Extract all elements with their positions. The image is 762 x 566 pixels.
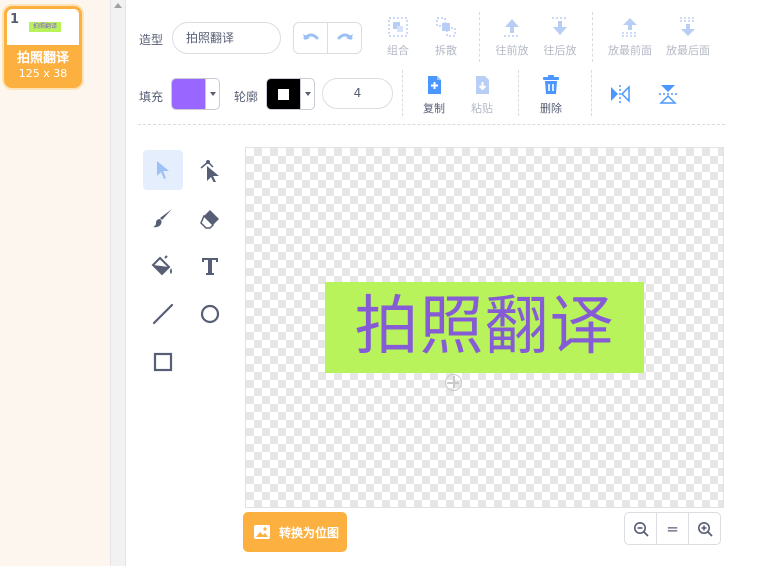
- brush-tool[interactable]: [143, 198, 183, 238]
- line-icon: [152, 303, 174, 325]
- paint-bucket-icon: [151, 255, 172, 276]
- delete-label: 删除: [540, 102, 562, 115]
- forward-button[interactable]: 往前放: [488, 16, 536, 58]
- back-button[interactable]: 放最后面: [664, 16, 712, 58]
- arrow-pointer-icon: [157, 161, 169, 179]
- group-label: 组合: [387, 44, 409, 57]
- send-to-back-icon: [680, 17, 696, 36]
- divider: [592, 12, 593, 62]
- divider: [402, 70, 403, 116]
- ungroup-icon: [436, 17, 456, 37]
- eraser-tool[interactable]: [190, 198, 230, 238]
- paint-editor: 1 拍照翻译 拍照翻译 125 x 38 造型 拍照翻译 组合 拆散 往前放 往…: [0, 0, 762, 566]
- costume-label: 造型: [139, 33, 164, 47]
- crosshair-icon: [445, 374, 462, 391]
- brush-icon: [153, 209, 172, 228]
- fill-swatch: [172, 79, 205, 109]
- delete-button[interactable]: 删除: [527, 74, 575, 116]
- stroke-width-input[interactable]: 4: [322, 78, 393, 109]
- flip-vertical-button[interactable]: [644, 83, 692, 109]
- outline-swatch-inner: [278, 88, 289, 100]
- outline-dropdown-arrow: [300, 79, 314, 109]
- divider: [591, 70, 592, 116]
- front-button[interactable]: 放最前面: [606, 16, 654, 58]
- costume-list: 1 拍照翻译 拍照翻译 125 x 38: [0, 0, 110, 566]
- costume-name-input[interactable]: 拍照翻译: [172, 22, 281, 54]
- zoom-controls: =: [624, 512, 721, 545]
- redo-button[interactable]: [327, 23, 361, 53]
- front-label: 放最前面: [608, 44, 652, 57]
- outline-swatch: [267, 79, 300, 109]
- circle-icon: [200, 304, 220, 324]
- costume-item[interactable]: 1 拍照翻译 拍照翻译 125 x 38: [4, 6, 82, 88]
- fill-tool[interactable]: [143, 246, 183, 286]
- backward-button[interactable]: 往后放: [536, 16, 584, 58]
- outline-label: 轮廓: [234, 90, 259, 104]
- divider: [479, 12, 480, 62]
- costume-thumbnail: 1 拍照翻译: [7, 9, 79, 45]
- costume-item-name: 拍照翻译: [16, 51, 69, 66]
- trash-icon: [543, 75, 559, 94]
- costume-item-size: 125 x 38: [18, 67, 68, 80]
- flip-horizontal-button[interactable]: [596, 83, 644, 109]
- flip-vertical-icon: [659, 85, 677, 104]
- drawing-canvas[interactable]: 拍照翻译: [245, 147, 724, 508]
- copy-label: 复制: [423, 102, 445, 115]
- arrow-up-icon: [504, 19, 520, 37]
- image-icon: [254, 525, 270, 539]
- fill-dropdown-arrow: [205, 79, 219, 109]
- forward-label: 往前放: [495, 44, 529, 57]
- zoom-in-button[interactable]: [688, 513, 720, 544]
- rectangle-icon: [153, 352, 173, 372]
- ungroup-label: 拆散: [435, 44, 457, 57]
- toolbar-divider: [138, 124, 725, 125]
- paste-label: 粘贴: [471, 102, 493, 115]
- line-tool[interactable]: [143, 294, 183, 334]
- zoom-reset-button[interactable]: =: [656, 513, 688, 544]
- text-icon: [202, 258, 218, 275]
- select-tool[interactable]: [143, 150, 183, 190]
- fill-color-picker[interactable]: [171, 78, 220, 110]
- zoom-out-button[interactable]: [625, 513, 656, 544]
- reshape-pointer-icon: [200, 160, 219, 182]
- costume-number: 1: [10, 12, 20, 27]
- costume-list-scrollbar[interactable]: [110, 0, 126, 566]
- circle-tool[interactable]: [190, 294, 230, 334]
- undo-button[interactable]: [294, 23, 327, 53]
- eraser-icon: [200, 210, 219, 229]
- backward-label: 往后放: [543, 44, 577, 57]
- bring-to-front-icon: [622, 18, 638, 37]
- rectangle-tool[interactable]: [143, 342, 183, 382]
- convert-to-bitmap-button[interactable]: 转换为位图: [243, 512, 347, 552]
- paste-icon: [476, 76, 489, 94]
- scroll-up-arrow-icon[interactable]: [114, 3, 122, 8]
- canvas-text-object[interactable]: 拍照翻译: [325, 282, 644, 373]
- arrow-down-icon: [552, 17, 568, 35]
- text-tool[interactable]: [190, 246, 230, 286]
- chevron-down-icon: [304, 92, 311, 96]
- group-icon: [388, 17, 408, 37]
- fill-label: 填充: [139, 90, 164, 104]
- copy-button[interactable]: 复制: [410, 74, 458, 116]
- zoom-in-icon: [697, 521, 713, 537]
- flip-horizontal-icon: [611, 85, 630, 103]
- zoom-out-icon: [633, 521, 649, 537]
- undo-icon: [302, 33, 318, 40]
- divider: [518, 70, 519, 116]
- thumbnail-text: 拍照翻译: [29, 22, 61, 32]
- copy-icon: [428, 76, 441, 94]
- paste-button[interactable]: 粘贴: [458, 74, 506, 116]
- redo-icon: [337, 33, 353, 40]
- chevron-down-icon: [209, 92, 216, 96]
- convert-label: 转换为位图: [279, 525, 340, 540]
- back-label: 放最后面: [666, 44, 710, 57]
- reshape-tool[interactable]: [190, 150, 230, 190]
- outline-color-picker[interactable]: [266, 78, 315, 110]
- group-button[interactable]: 组合: [374, 16, 422, 58]
- ungroup-button[interactable]: 拆散: [422, 16, 470, 58]
- undo-redo-group: [293, 22, 362, 54]
